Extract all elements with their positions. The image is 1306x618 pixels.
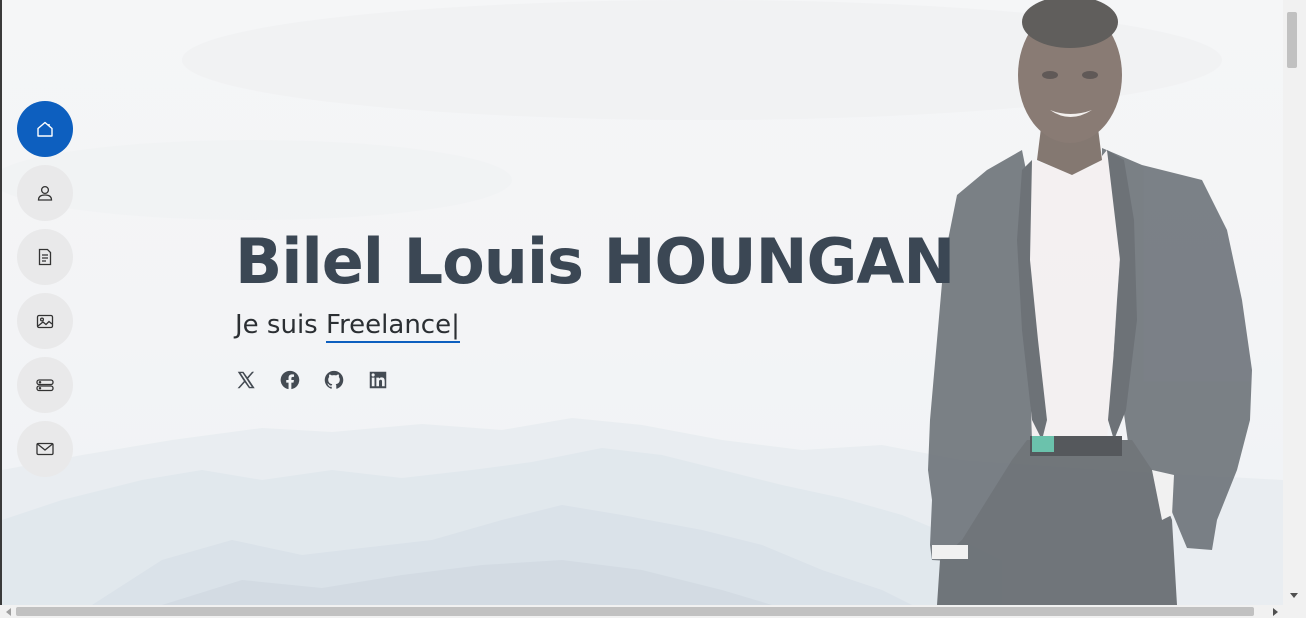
facebook-icon [280,370,300,390]
side-navigation [17,101,73,485]
linkedin-icon [369,371,387,389]
house-icon [37,121,53,137]
document-icon [38,248,52,266]
github-link[interactable] [323,369,345,391]
vertical-scrollbar-thumb[interactable] [1287,12,1297,68]
horizontal-scrollbar[interactable] [0,605,1306,618]
typed-role-text: Freelance| [326,310,460,343]
facebook-link[interactable] [279,369,301,391]
nav-services-button[interactable] [17,357,73,413]
server-icon [36,379,54,392]
github-icon [324,370,344,389]
nav-home-button[interactable] [17,101,73,157]
hero-name-heading: Bilel Louis HOUNGAN [235,225,955,298]
social-links [235,369,389,391]
scroll-right-arrow-icon[interactable] [1273,608,1278,616]
envelope-icon [36,442,54,456]
typing-cursor: | [451,310,460,340]
person-icon [37,185,53,201]
subtitle-prefix: Je suis [235,310,318,340]
hero-section: Bilel Louis HOUNGAN Je suis Freelance| [2,0,1283,605]
scroll-left-arrow-icon[interactable] [6,608,11,616]
x-twitter-icon [237,371,255,389]
linkedin-link[interactable] [367,369,389,391]
twitter-x-link[interactable] [235,369,257,391]
typed-role-word: Freelance [326,310,452,340]
hero-subtitle: Je suis Freelance| [235,310,460,343]
nav-resume-button[interactable] [17,229,73,285]
nav-portfolio-button[interactable] [17,293,73,349]
nav-contact-button[interactable] [17,421,73,477]
scroll-down-arrow-icon[interactable] [1290,593,1298,598]
nav-about-button[interactable] [17,165,73,221]
images-icon [36,314,54,329]
vertical-scrollbar[interactable] [1283,0,1306,605]
hero-background-image [2,0,1283,605]
horizontal-scrollbar-thumb[interactable] [16,607,1254,616]
